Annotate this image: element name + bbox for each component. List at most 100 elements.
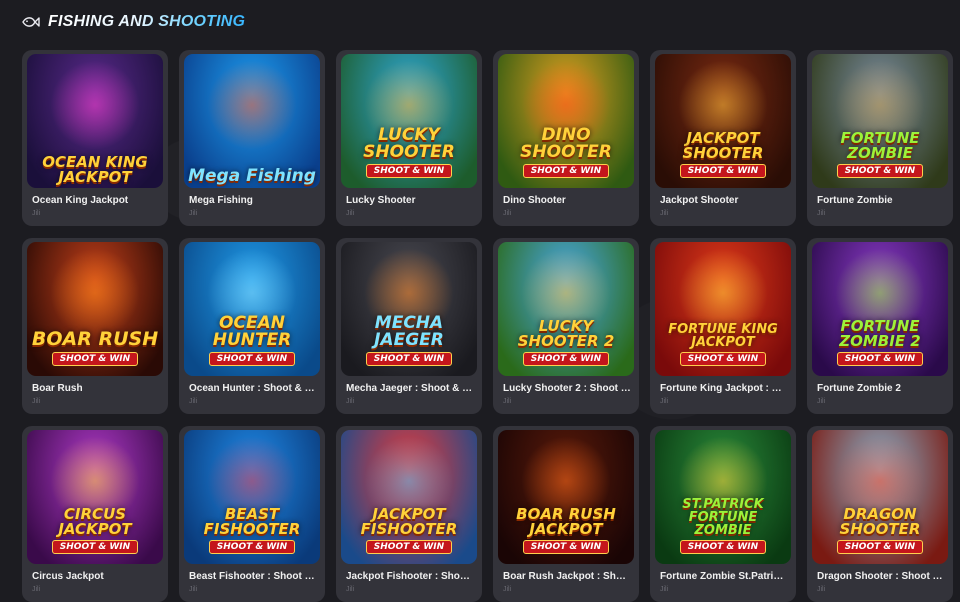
shoot-and-win-badge: SHOOT & WIN <box>365 164 453 178</box>
game-thumbnail[interactable]: DRAGON SHOOTER SHOOT & WIN <box>812 430 948 564</box>
shoot-and-win-badge: SHOOT & WIN <box>208 352 296 366</box>
game-card[interactable]: FORTUNE ZOMBIE 2 SHOOT & WIN Fortune Zombi… <box>807 238 953 414</box>
game-provider: Jili <box>189 398 198 405</box>
thumbnail-glow <box>50 59 140 150</box>
game-thumbnail[interactable]: FORTUNE ZOMBIE 2 SHOOT & WIN <box>812 242 948 376</box>
game-thumbnail[interactable]: FORTUNE KING JACKPOT SHOOT & WIN <box>655 242 791 376</box>
game-thumbnail[interactable]: BOAR RUSH JACKPOT SHOOT & WIN <box>498 430 634 564</box>
game-thumbnail[interactable]: OCEAN HUNTER SHOOT & WIN <box>184 242 320 376</box>
game-provider: Jili <box>32 210 41 217</box>
shoot-and-win-badge: SHOOT & WIN <box>522 164 610 178</box>
game-logo-text: FORTUNE KING JACKPOT <box>668 322 778 350</box>
game-provider: Jili <box>189 210 198 217</box>
game-name[interactable]: Fortune Zombie <box>817 195 945 206</box>
game-name[interactable]: Dino Shooter <box>503 195 631 206</box>
game-thumbnail[interactable]: LUCKY SHOOTER SHOOT & WIN <box>341 54 477 188</box>
game-provider: Jili <box>346 398 355 405</box>
shoot-and-win-badge: SHOOT & WIN <box>679 164 767 178</box>
game-name[interactable]: Ocean King Jackpot <box>32 195 160 206</box>
game-thumbnail[interactable]: BOAR RUSH SHOOT & WIN <box>27 242 163 376</box>
game-card[interactable]: MECHA JAEGER SHOOT & WIN Mecha Jaeger : Sh… <box>336 238 482 414</box>
game-provider: Jili <box>32 586 41 593</box>
game-card[interactable]: OCEAN KING JACKPOT Ocean King Jackpot Jili <box>22 50 168 226</box>
game-logo-text: Mega Fishing <box>188 166 316 186</box>
game-logo-text: OCEAN HUNTER <box>212 313 292 350</box>
shoot-and-win-badge: SHOOT & WIN <box>208 540 296 554</box>
shoot-and-win-badge: SHOOT & WIN <box>836 352 924 366</box>
game-provider: Jili <box>660 210 669 217</box>
game-card[interactable]: ST.PATRICK FORTUNE ZOMBIE SHOOT & WIN Fort… <box>650 426 796 602</box>
game-card[interactable]: LUCKY SHOOTER 2 SHOOT & WIN Lucky Shooter … <box>493 238 639 414</box>
game-logo-text: DINO SHOOTER <box>520 125 612 162</box>
game-provider: Jili <box>817 398 826 405</box>
shoot-and-win-badge: SHOOT & WIN <box>679 540 767 554</box>
game-logo-text: MECHA JAEGER <box>374 313 444 350</box>
game-provider: Jili <box>503 586 512 593</box>
game-thumbnail[interactable]: DINO SHOOTER SHOOT & WIN <box>498 54 634 188</box>
game-thumbnail[interactable]: MECHA JAEGER SHOOT & WIN <box>341 242 477 376</box>
game-logo-text: CIRCUS JACKPOT <box>58 505 132 538</box>
game-name[interactable]: Fortune King Jackpot : Shoot & Win <box>660 383 788 394</box>
game-card[interactable]: BOAR RUSH JACKPOT SHOOT & WIN Boar Rush Ja… <box>493 426 639 602</box>
game-thumbnail[interactable]: Mega Fishing <box>184 54 320 188</box>
game-logo-text: ST.PATRICK FORTUNE ZOMBIE <box>682 497 764 538</box>
game-name[interactable]: Lucky Shooter <box>346 195 474 206</box>
game-card[interactable]: BEAST FISHOOTER SHOOT & WIN Beast Fishoote… <box>179 426 325 602</box>
game-thumbnail[interactable]: FORTUNE ZOMBIE SHOOT & WIN <box>812 54 948 188</box>
game-logo-text: JACKPOT SHOOTER <box>682 129 764 162</box>
game-logo-text: LUCKY SHOOTER <box>363 125 455 162</box>
game-card[interactable]: Mega Fishing Mega Fishing Jili <box>179 50 325 226</box>
game-name[interactable]: Boar Rush Jackpot : Shoot & Win <box>503 571 631 582</box>
game-name[interactable]: Ocean Hunter : Shoot & Win <box>189 383 317 394</box>
game-card[interactable]: DRAGON SHOOTER SHOOT & WIN Dragon Shooter … <box>807 426 953 602</box>
game-name[interactable]: Mecha Jaeger : Shoot & Win <box>346 383 474 394</box>
game-thumbnail[interactable]: LUCKY SHOOTER 2 SHOOT & WIN <box>498 242 634 376</box>
game-name[interactable]: Dragon Shooter : Shoot & Win <box>817 571 945 582</box>
game-provider: Jili <box>660 586 669 593</box>
game-card[interactable]: DINO SHOOTER SHOOT & WIN Dino Shooter Jili <box>493 50 639 226</box>
game-card[interactable]: BOAR RUSH SHOOT & WIN Boar Rush Jili <box>22 238 168 414</box>
game-thumbnail[interactable]: JACKPOT FISHOOTER SHOOT & WIN <box>341 430 477 564</box>
game-card[interactable]: FORTUNE KING JACKPOT SHOOT & WIN Fortune K… <box>650 238 796 414</box>
game-name[interactable]: Circus Jackpot <box>32 571 160 582</box>
game-thumbnail[interactable]: OCEAN KING JACKPOT <box>27 54 163 188</box>
game-name[interactable]: Fortune Zombie St.Patrick : Shoot & Win <box>660 571 788 582</box>
game-thumbnail[interactable]: JACKPOT SHOOTER SHOOT & WIN <box>655 54 791 188</box>
game-logo-text: LUCKY SHOOTER 2 <box>517 317 615 350</box>
game-logo-text: JACKPOT FISHOOTER <box>360 505 458 538</box>
game-name[interactable]: Boar Rush <box>32 383 160 394</box>
thumbnail-glow <box>50 247 140 338</box>
game-logo-text: BEAST FISHOOTER <box>203 505 301 538</box>
game-logo-text: BOAR RUSH <box>31 328 159 350</box>
game-thumbnail[interactable]: CIRCUS JACKPOT SHOOT & WIN <box>27 430 163 564</box>
game-name[interactable]: Fortune Zombie 2 <box>817 383 945 394</box>
shoot-and-win-badge: SHOOT & WIN <box>836 540 924 554</box>
shoot-and-win-badge: SHOOT & WIN <box>51 352 139 366</box>
game-name[interactable]: Jackpot Fishooter : Shoot & Win <box>346 571 474 582</box>
game-provider: Jili <box>346 210 355 217</box>
game-logo-text: BOAR RUSH JACKPOT <box>516 505 616 538</box>
shoot-and-win-badge: SHOOT & WIN <box>365 352 453 366</box>
fish-icon <box>22 17 40 27</box>
game-thumbnail[interactable]: ST.PATRICK FORTUNE ZOMBIE SHOOT & WIN <box>655 430 791 564</box>
game-card[interactable]: OCEAN HUNTER SHOOT & WIN Ocean Hunter : Sh… <box>179 238 325 414</box>
game-name[interactable]: Mega Fishing <box>189 195 317 206</box>
game-name[interactable]: Lucky Shooter 2 : Shoot & Win <box>503 383 631 394</box>
game-provider: Jili <box>503 398 512 405</box>
game-card[interactable]: FORTUNE ZOMBIE SHOOT & WIN Fortune Zombie J… <box>807 50 953 226</box>
game-card[interactable]: JACKPOT FISHOOTER SHOOT & WIN Jackpot Fish… <box>336 426 482 602</box>
game-provider: Jili <box>503 210 512 217</box>
game-card[interactable]: JACKPOT SHOOTER SHOOT & WIN Jackpot Shoote… <box>650 50 796 226</box>
game-name[interactable]: Beast Fishooter : Shoot & Win <box>189 571 317 582</box>
shoot-and-win-badge: SHOOT & WIN <box>679 352 767 366</box>
game-card[interactable]: LUCKY SHOOTER SHOOT & WIN Lucky Shooter Jil… <box>336 50 482 226</box>
game-provider: Jili <box>660 398 669 405</box>
game-thumbnail[interactable]: BEAST FISHOOTER SHOOT & WIN <box>184 430 320 564</box>
game-card[interactable]: CIRCUS JACKPOT SHOOT & WIN Circus Jackpot J… <box>22 426 168 602</box>
game-logo-text: FORTUNE ZOMBIE 2 <box>839 317 921 350</box>
section-title: FISHING AND SHOOTING <box>48 13 246 30</box>
game-provider: Jili <box>189 586 198 593</box>
game-name[interactable]: Jackpot Shooter <box>660 195 788 206</box>
game-logo-text: DRAGON SHOOTER <box>839 505 921 538</box>
game-logo-text: FORTUNE ZOMBIE <box>840 129 920 162</box>
